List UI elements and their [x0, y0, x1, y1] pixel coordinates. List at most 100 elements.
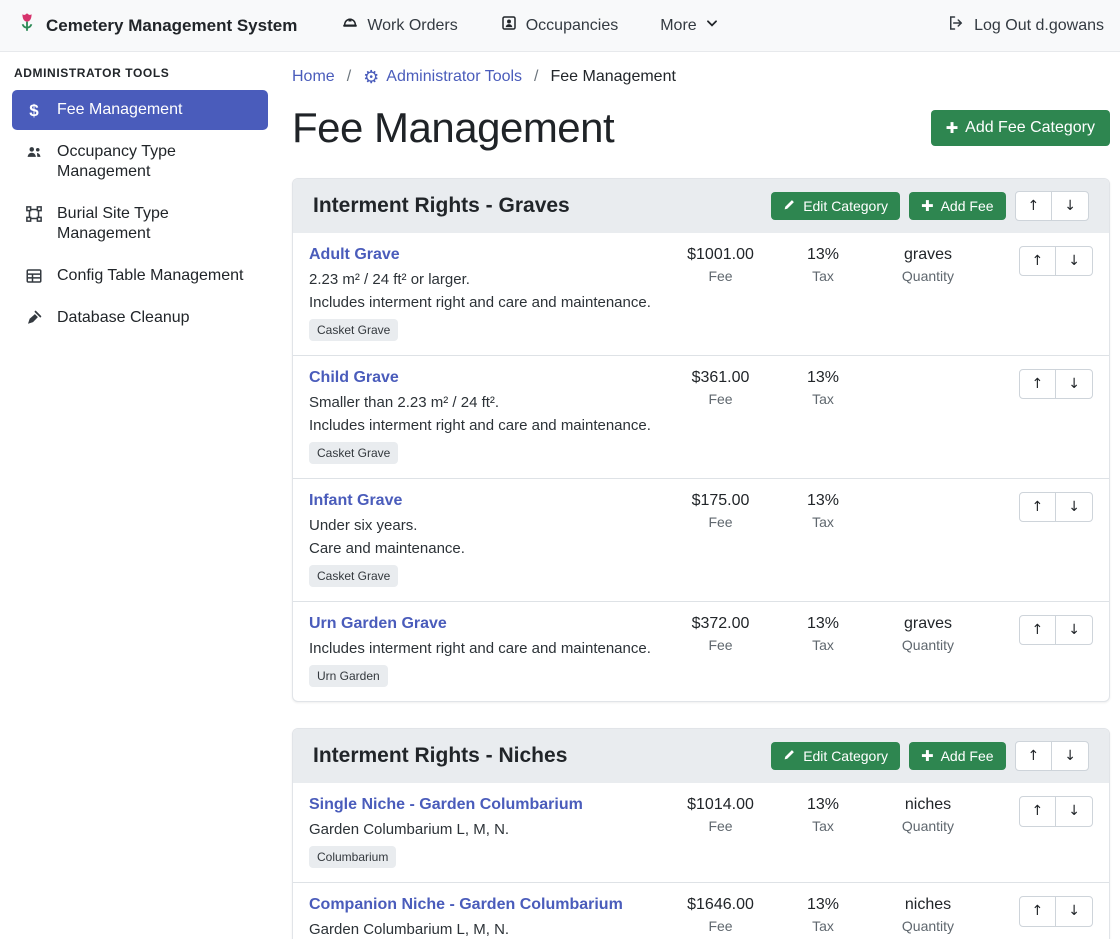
fee-amount: $1014.00 [668, 796, 773, 814]
fee-description: Care and maintenance. [309, 540, 652, 557]
move-fee-up-button[interactable]: ↑ [1019, 796, 1057, 826]
app-title: Cemetery Management System [46, 16, 297, 36]
fee-quantity: niches [873, 896, 983, 914]
nav-more[interactable]: More [660, 16, 718, 35]
sidebar-item-database-cleanup[interactable]: Database Cleanup [12, 298, 268, 338]
chevron-down-icon [705, 16, 719, 35]
add-fee-button[interactable]: ✚ Add Fee [909, 742, 1006, 770]
sidebar-item-label: Fee Management [57, 100, 182, 120]
edit-category-button[interactable]: Edit Category [771, 192, 900, 220]
move-fee-up-button[interactable]: ↑ [1019, 369, 1057, 399]
fee-tax: 13% [773, 896, 873, 914]
fee-description: Includes interment right and care and ma… [309, 294, 652, 311]
logout-icon [947, 14, 965, 37]
move-fee-down-button[interactable]: ↓ [1055, 246, 1093, 276]
fee-name-link[interactable]: Child Grave [309, 369, 399, 387]
add-fee-button[interactable]: ✚ Add Fee [909, 192, 1006, 220]
nav-more-label: More [660, 17, 696, 35]
fee-amount-label: Fee [668, 818, 773, 834]
move-fee-down-button[interactable]: ↓ [1055, 796, 1093, 826]
occupant-frame-icon [500, 14, 518, 37]
fee-description: Includes interment right and care and ma… [309, 640, 652, 657]
vector-square-icon [24, 205, 44, 223]
fee-row: Single Niche - Garden Columbarium Garden… [293, 783, 1109, 883]
add-fee-category-label: Add Fee Category [965, 119, 1095, 137]
fee-description: Includes interment right and care and ma… [309, 417, 652, 434]
nav-occupancies[interactable]: Occupancies [500, 14, 619, 37]
people-icon [24, 143, 44, 161]
move-category-down-button[interactable]: ↓ [1051, 741, 1089, 771]
fee-amount: $1001.00 [668, 246, 773, 264]
broom-icon [24, 309, 44, 327]
fee-amount-label: Fee [668, 637, 773, 653]
fee-tax: 13% [773, 796, 873, 814]
fee-rows: Adult Grave 2.23 m² / 24 ft² or larger. … [293, 233, 1109, 701]
move-fee-up-button[interactable]: ↑ [1019, 615, 1057, 645]
fee-tax-label: Tax [773, 818, 873, 834]
category-header: Interment Rights - Graves Edit Category … [293, 179, 1109, 233]
sidebar-item-fee-management[interactable]: $ Fee Management [12, 90, 268, 130]
fee-quantity-label: Quantity [873, 918, 983, 934]
fee-amount-label: Fee [668, 391, 773, 407]
nav-work-orders-label: Work Orders [367, 17, 457, 35]
sidebar-item-burial-site-type-management[interactable]: Burial Site Type Management [12, 194, 268, 254]
breadcrumb-home-link[interactable]: Home [292, 68, 335, 86]
fee-reorder-group: ↑ ↓ [1019, 369, 1093, 399]
add-fee-category-button[interactable]: ✚ Add Fee Category [931, 110, 1110, 146]
fee-rows: Single Niche - Garden Columbarium Garden… [293, 783, 1109, 939]
move-fee-up-button[interactable]: ↑ [1019, 896, 1057, 926]
dollar-icon: $ [24, 101, 44, 119]
sidebar-item-occupancy-type-management[interactable]: Occupancy Type Management [12, 132, 268, 192]
fee-reorder-group: ↑ ↓ [1019, 896, 1093, 926]
breadcrumb-separator: / [534, 68, 538, 86]
edit-category-button[interactable]: Edit Category [771, 742, 900, 770]
app-brand[interactable]: Cemetery Management System [16, 12, 297, 39]
sidebar-item-label: Config Table Management [57, 266, 244, 286]
fee-reorder-group: ↑ ↓ [1019, 492, 1093, 522]
fee-row: Urn Garden Grave Includes interment righ… [293, 602, 1109, 701]
move-fee-down-button[interactable]: ↓ [1055, 492, 1093, 522]
fee-reorder-group: ↑ ↓ [1019, 615, 1093, 645]
hard-hat-icon [341, 14, 359, 37]
navbar-links: Work Orders Occupancies More [341, 14, 947, 37]
fee-row: Companion Niche - Garden Columbarium Gar… [293, 883, 1109, 939]
fee-type-badge: Casket Grave [309, 565, 398, 587]
category-reorder-group: ↑ ↓ [1015, 191, 1089, 221]
fee-quantity: graves [873, 246, 983, 264]
fee-type-badge: Casket Grave [309, 442, 398, 464]
move-fee-down-button[interactable]: ↓ [1055, 615, 1093, 645]
fee-name-link[interactable]: Infant Grave [309, 492, 402, 510]
move-category-up-button[interactable]: ↑ [1015, 741, 1053, 771]
fee-name-link[interactable]: Urn Garden Grave [309, 615, 447, 633]
page-title: Fee Management [292, 104, 614, 152]
logout-label: Log Out d.gowans [974, 17, 1104, 35]
fee-name-link[interactable]: Single Niche - Garden Columbarium [309, 796, 583, 814]
breadcrumb-admin-tools-link[interactable]: ⚙ Administrator Tools [363, 68, 522, 86]
breadcrumb-current: Fee Management [551, 68, 676, 86]
logout-button[interactable]: Log Out d.gowans [947, 14, 1104, 37]
fee-name-link[interactable]: Adult Grave [309, 246, 400, 264]
move-fee-up-button[interactable]: ↑ [1019, 246, 1057, 276]
move-category-up-button[interactable]: ↑ [1015, 191, 1053, 221]
move-fee-down-button[interactable]: ↓ [1055, 896, 1093, 926]
fee-tax: 13% [773, 369, 873, 387]
move-fee-up-button[interactable]: ↑ [1019, 492, 1057, 522]
fee-amount: $372.00 [668, 615, 773, 633]
breadcrumb-separator: / [347, 68, 351, 86]
fee-quantity-label: Quantity [873, 268, 983, 284]
fee-amount: $1646.00 [668, 896, 773, 914]
fee-row: Child Grave Smaller than 2.23 m² / 24 ft… [293, 356, 1109, 479]
fee-tax: 13% [773, 615, 873, 633]
fee-name-link[interactable]: Companion Niche - Garden Columbarium [309, 896, 623, 914]
edit-category-label: Edit Category [803, 748, 888, 764]
fee-type-badge: Casket Grave [309, 319, 398, 341]
sidebar-item-config-table-management[interactable]: Config Table Management [12, 256, 268, 296]
nav-work-orders[interactable]: Work Orders [341, 14, 457, 37]
fee-quantity-label: Quantity [873, 637, 983, 653]
move-fee-down-button[interactable]: ↓ [1055, 369, 1093, 399]
fee-amount-label: Fee [668, 268, 773, 284]
fee-amount-label: Fee [668, 918, 773, 934]
fee-tax: 13% [773, 492, 873, 510]
fee-description: Garden Columbarium L, M, N. [309, 921, 652, 938]
move-category-down-button[interactable]: ↓ [1051, 191, 1089, 221]
